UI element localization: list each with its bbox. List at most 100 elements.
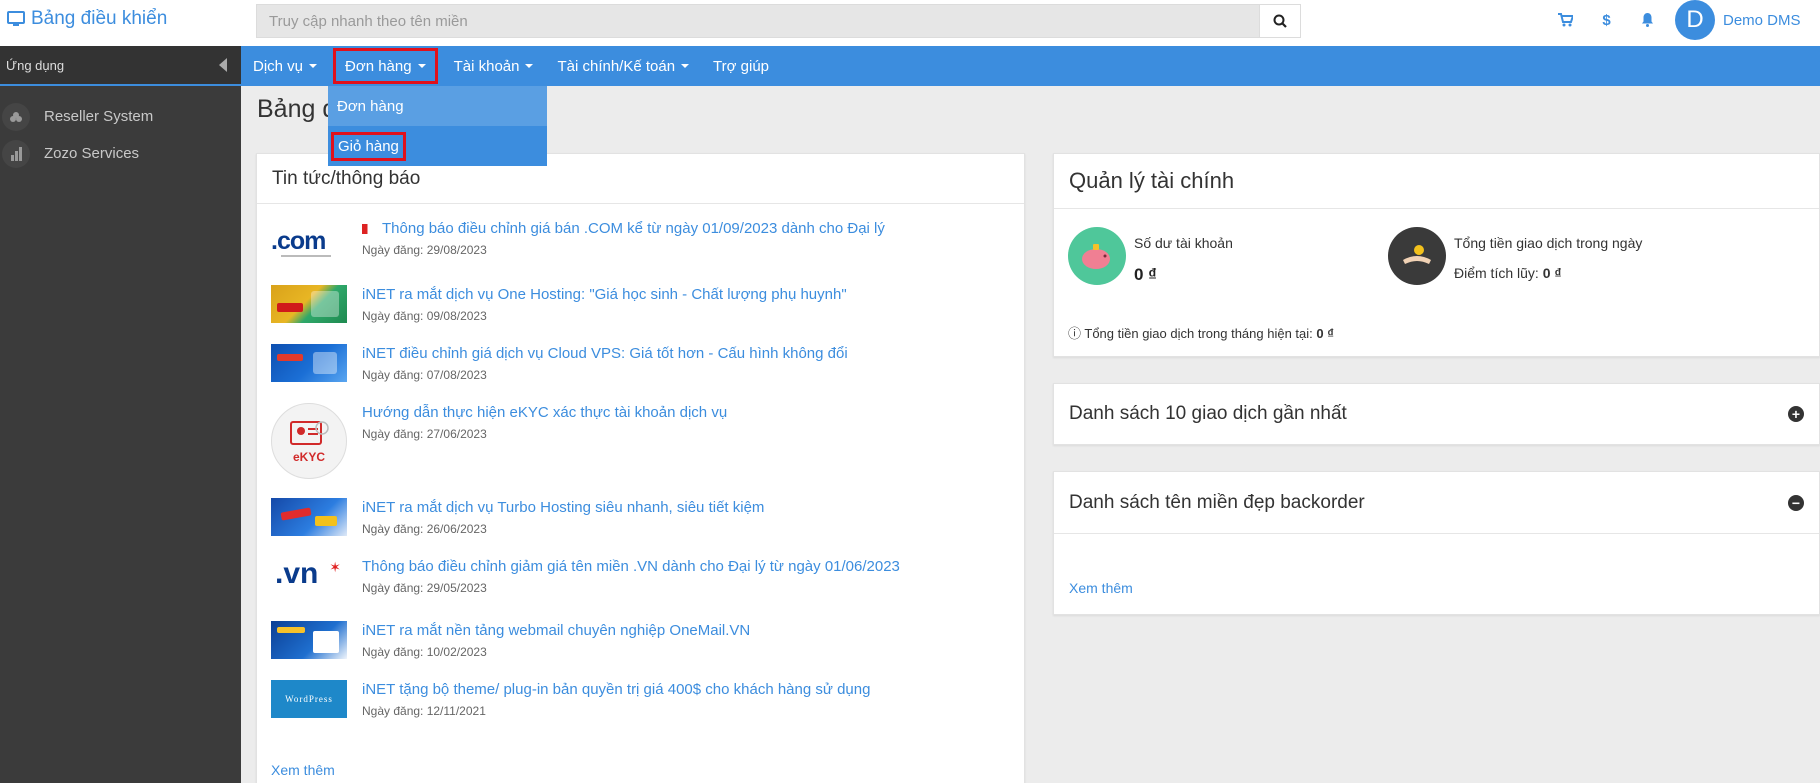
news-link[interactable]: iNET ra mắt dịch vụ One Hosting: "Giá họ… xyxy=(362,285,847,305)
recent-transactions-header: Danh sách 10 giao dịch gần nhất + xyxy=(1054,384,1819,444)
search-button[interactable] xyxy=(1259,4,1301,38)
news-link[interactable]: iNET tặng bộ theme/ plug-in bản quyền tr… xyxy=(362,680,870,700)
nav-help[interactable]: Trợ giúp xyxy=(701,46,781,86)
news-link[interactable]: iNET ra mắt nền tảng webmail chuyên nghi… xyxy=(362,621,750,641)
month-total-value: 0 ₫ xyxy=(1316,326,1334,341)
news-date: Ngày đăng: 12/11/2021 xyxy=(362,704,486,718)
news-link[interactable]: Thông báo điều chỉnh giảm giá tên miền .… xyxy=(362,557,900,577)
finance-panel: Quản lý tài chính Số dư tài khoản 0 ₫ Tổ… xyxy=(1053,153,1820,357)
news-item: iNET ra mắt nền tảng webmail chuyên nghi… xyxy=(271,621,1010,680)
news-panel: Tin tức/thông báo .com Thông báo điều ch… xyxy=(256,153,1025,783)
user-name: Demo DMS xyxy=(1723,11,1801,29)
caret-down-icon xyxy=(681,64,690,68)
id-card-icon xyxy=(290,421,329,445)
news-link[interactable]: iNET điều chỉnh giá dịch vụ Cloud VPS: G… xyxy=(362,344,848,364)
top-bar: Bảng điều khiển $ D Demo DMS xyxy=(0,0,1820,46)
search-icon xyxy=(1273,14,1287,28)
ekyc-thumbnail: eKYC xyxy=(271,403,347,479)
user-menu[interactable]: D Demo DMS xyxy=(1675,0,1801,40)
com-logo: .com xyxy=(271,227,326,255)
news-title: Thông báo điều chỉnh giá bán .COM kể từ … xyxy=(382,220,885,237)
news-link[interactable]: Hướng dẫn thực hiện eKYC xác thực tài kh… xyxy=(362,403,727,423)
backorder-panel: Danh sách tên miền đẹp backorder − Xem t… xyxy=(1053,471,1820,615)
collapse-icon[interactable]: − xyxy=(1788,494,1804,511)
brand-link[interactable]: Bảng điều khiển xyxy=(7,8,167,30)
vn-thumbnail: .vn ✶ xyxy=(271,557,347,601)
caret-down-icon xyxy=(525,64,534,68)
sidebar-item-reseller-system[interactable]: Reseller System xyxy=(0,98,241,135)
dropdown-item-label: Giỏ hàng xyxy=(331,131,406,161)
nav-orders[interactable]: Đơn hàng xyxy=(333,48,438,84)
news-panel-title: Tin tức/thông báo xyxy=(272,167,421,189)
turbo-thumbnail xyxy=(271,498,347,536)
points-row: Điểm tích lũy: 0 ₫ xyxy=(1454,265,1562,281)
news-date: Ngày đăng: 26/06/2023 xyxy=(362,522,487,536)
com-thumbnail: .com xyxy=(271,227,347,265)
vps-thumbnail xyxy=(271,344,347,382)
monitor-icon xyxy=(7,11,25,26)
points-value: 0 ₫ xyxy=(1542,265,1562,281)
dollar-icon[interactable]: $ xyxy=(1586,12,1627,29)
news-link[interactable]: Thông báo điều chỉnh giá bán .COM kể từ … xyxy=(362,219,885,239)
news-date: Ngày đăng: 09/08/2023 xyxy=(362,309,487,323)
wordpress-label: WordPress xyxy=(285,694,333,704)
sidebar-item-label: Reseller System xyxy=(44,108,154,125)
caret-down-icon xyxy=(309,64,318,68)
nav-finance[interactable]: Tài chính/Kế toán xyxy=(545,46,701,86)
chart-icon xyxy=(2,139,30,168)
finance-panel-header: Quản lý tài chính xyxy=(1054,154,1819,209)
backorder-more-link[interactable]: Xem thêm xyxy=(1069,580,1133,596)
sidebar-title: Ứng dụng xyxy=(6,57,65,73)
expand-icon[interactable]: + xyxy=(1788,406,1804,422)
month-total-row: ⓘ Tổng tiền giao dịch trong tháng hiện t… xyxy=(1068,323,1334,342)
finance-body: Số dư tài khoản 0 ₫ Tổng tiền giao dịch … xyxy=(1054,209,1819,357)
orders-dropdown: Đơn hàng Giỏ hàng xyxy=(328,86,547,166)
month-total-label: ⓘ Tổng tiền giao dịch trong tháng hiện t… xyxy=(1068,326,1313,341)
dropdown-item-orders[interactable]: Đơn hàng xyxy=(328,86,547,126)
news-list: .com Thông báo điều chỉnh giá bán .COM k… xyxy=(257,204,1024,778)
nav-label: Tài chính/Kế toán xyxy=(557,57,676,75)
news-link[interactable]: iNET ra mắt dịch vụ Turbo Hosting siêu n… xyxy=(362,498,764,518)
bell-icon[interactable] xyxy=(1627,13,1668,27)
search-input[interactable] xyxy=(256,4,1259,38)
sidebar-item-zozo-services[interactable]: Zozo Services xyxy=(0,135,241,172)
sidebar-item-label: Zozo Services xyxy=(44,145,140,162)
avatar: D xyxy=(1675,0,1715,40)
news-more-link[interactable]: Xem thêm xyxy=(271,762,1010,778)
cart-icon[interactable] xyxy=(1545,13,1586,27)
sidebar-collapse-icon[interactable] xyxy=(219,58,227,72)
hosting-thumbnail xyxy=(271,285,347,323)
nav-services[interactable]: Dịch vụ xyxy=(241,46,329,86)
news-item: WordPress iNET tặng bộ theme/ plug-in bả… xyxy=(271,680,1010,762)
nav-account[interactable]: Tài khoản xyxy=(442,46,546,86)
news-item: .vn ✶ Thông báo điều chỉnh giảm giá tên … xyxy=(271,557,1010,621)
piggy-bank-icon xyxy=(1068,227,1126,285)
onemail-thumbnail xyxy=(271,621,347,659)
nav-label: Tài khoản xyxy=(453,57,520,75)
search-bar xyxy=(256,4,1301,38)
finance-panel-title: Quản lý tài chính xyxy=(1069,168,1235,193)
balance-label: Số dư tài khoản xyxy=(1134,235,1233,251)
news-date: Ngày đăng: 29/05/2023 xyxy=(362,581,487,595)
dropdown-item-cart[interactable]: Giỏ hàng xyxy=(328,126,547,166)
news-date: Ngày đăng: 07/08/2023 xyxy=(362,368,487,382)
recent-transactions-panel: Danh sách 10 giao dịch gần nhất + xyxy=(1053,383,1820,445)
star-icon: ✶ xyxy=(329,559,341,575)
wordpress-thumbnail: WordPress xyxy=(271,680,347,718)
news-date: Ngày đăng: 29/08/2023 xyxy=(362,243,487,257)
recent-transactions-title: Danh sách 10 giao dịch gần nhất xyxy=(1069,403,1347,424)
handshake-icon xyxy=(1388,227,1446,285)
sidebar: Ứng dụng Reseller System Zozo Services xyxy=(0,46,241,783)
page-title: Bảng đ xyxy=(257,95,337,123)
news-item: eKYC Hướng dẫn thực hiện eKYC xác thực t… xyxy=(271,403,1010,498)
ekyc-label: eKYC xyxy=(292,450,325,464)
news-date: Ngày đăng: 27/06/2023 xyxy=(362,427,487,441)
backorder-header: Danh sách tên miền đẹp backorder − xyxy=(1054,472,1819,534)
news-item: iNET ra mắt dịch vụ Turbo Hosting siêu n… xyxy=(271,498,1010,557)
nav-label: Trợ giúp xyxy=(713,57,770,75)
top-icons: $ xyxy=(1545,0,1668,40)
dropdown-item-label: Đơn hàng xyxy=(337,97,404,115)
main-nav: Dịch vụ Đơn hàng Tài khoản Tài chính/Kế … xyxy=(241,46,1820,86)
brand-title: Bảng điều khiển xyxy=(31,8,168,29)
flag-icon xyxy=(362,224,376,235)
